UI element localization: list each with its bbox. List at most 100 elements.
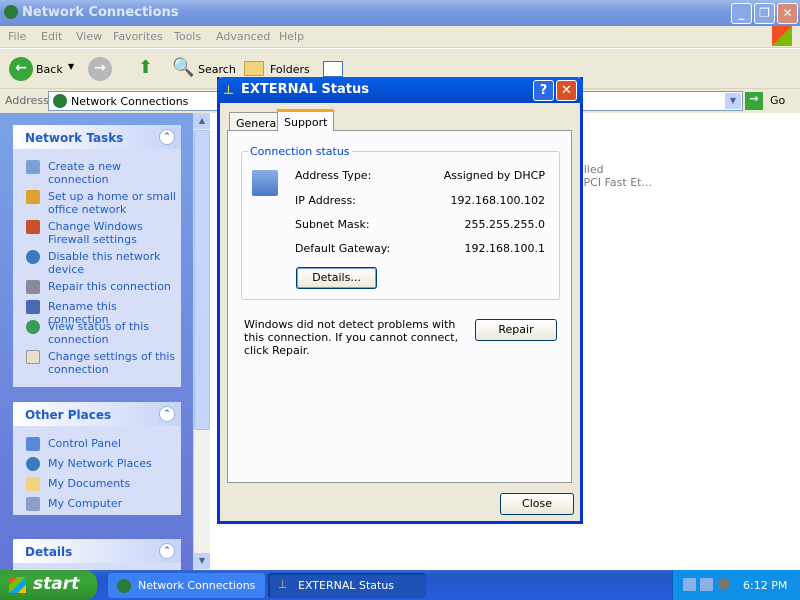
window-title: Network Connections: [22, 5, 179, 20]
network-connection-icon: [252, 170, 278, 196]
back-dropdown-icon[interactable]: ▼: [68, 62, 74, 71]
help-button[interactable]: ?: [533, 80, 554, 101]
home-network-icon: [26, 190, 40, 204]
windows-logo-icon: [772, 26, 792, 46]
menu-edit[interactable]: Edit: [41, 30, 62, 43]
network-tray-icon[interactable]: [683, 578, 696, 591]
folder-icon: [244, 61, 264, 76]
ip-address-label: IP Address:: [295, 194, 356, 207]
task-disable-device[interactable]: Disable this network device: [48, 250, 178, 276]
connection-device-text: l PCI Fast Et...: [577, 176, 652, 189]
connection-icon: ⊥: [223, 83, 234, 97]
tab-support[interactable]: Support: [277, 109, 334, 131]
control-panel-icon: [26, 437, 40, 451]
network-connections-icon: [4, 5, 18, 19]
address-type-value: Assigned by DHCP: [444, 169, 545, 182]
task-create-connection[interactable]: Create a new connection: [48, 160, 178, 186]
task-change-settings[interactable]: Change settings of this connection: [48, 350, 178, 376]
windows-flag-icon: [9, 577, 26, 593]
place-my-documents[interactable]: My Documents: [48, 477, 178, 490]
dialog-title: EXTERNAL Status: [241, 82, 369, 97]
minimize-button[interactable]: _: [731, 3, 752, 24]
menu-favorites[interactable]: Favorites: [113, 30, 163, 43]
details-header[interactable]: Details ⌃: [13, 539, 181, 563]
repair-icon: [26, 280, 40, 294]
task-pane: Network Tasks ⌃ Create a new connection S…: [0, 113, 193, 570]
task-home-network[interactable]: Set up a home or small office network: [48, 190, 178, 216]
task-label: Network Connections: [138, 579, 255, 592]
address-dropdown-icon[interactable]: ▼: [725, 93, 741, 109]
menu-file[interactable]: File: [8, 30, 26, 43]
task-view-status[interactable]: View status of this connection: [48, 320, 178, 346]
volume-icon[interactable]: [718, 578, 730, 590]
clock[interactable]: 6:12 PM: [743, 579, 787, 592]
menu-view[interactable]: View: [76, 30, 102, 43]
start-button[interactable]: start: [0, 570, 97, 600]
support-tab-panel: Connection status Address Type: Assigned…: [227, 130, 572, 483]
network-places-icon: [26, 457, 40, 471]
forward-button[interactable]: →: [88, 57, 112, 81]
scroll-down-icon[interactable]: ▼: [194, 553, 210, 569]
go-button[interactable]: Go: [770, 94, 785, 107]
menu-tools[interactable]: Tools: [174, 30, 201, 43]
search-label: Search: [198, 63, 236, 76]
go-arrow-icon[interactable]: →: [745, 92, 763, 110]
network-icon: [117, 579, 131, 593]
back-label: Back: [36, 63, 63, 76]
ip-address-value: 192.168.100.102: [451, 194, 545, 207]
repair-button[interactable]: Repair: [475, 319, 557, 341]
group-title: Connection status: [248, 145, 352, 158]
address-label: Address: [5, 94, 49, 107]
scroll-up-icon[interactable]: ▲: [194, 113, 210, 129]
taskbar-external-status[interactable]: ⊥ EXTERNAL Status: [268, 573, 426, 598]
subnet-mask-value: 255.255.255.0: [465, 218, 545, 231]
task-firewall[interactable]: Change Windows Firewall settings: [48, 220, 178, 246]
place-my-network-places[interactable]: My Network Places: [48, 457, 178, 470]
task-label: EXTERNAL Status: [298, 579, 394, 592]
default-gateway-value: 192.168.100.1: [465, 242, 545, 255]
task-repair[interactable]: Repair this connection: [48, 280, 178, 293]
dialog-close-x-button[interactable]: ✕: [556, 80, 577, 101]
address-value: Network Connections: [71, 95, 188, 108]
other-places-header[interactable]: Other Places⌃: [13, 402, 181, 426]
close-button[interactable]: Close: [500, 493, 574, 515]
menu-help[interactable]: Help: [279, 30, 304, 43]
taskbar-network-connections[interactable]: Network Connections: [108, 573, 265, 598]
new-connection-icon: [26, 160, 40, 174]
place-control-panel[interactable]: Control Panel: [48, 437, 178, 450]
network-tasks-panel: Network Tasks ⌃ Create a new connection S…: [13, 125, 181, 387]
collapse-icon[interactable]: ⌃: [159, 406, 175, 422]
dialog-titlebar: ⊥ EXTERNAL Status ? ✕: [217, 77, 583, 103]
panel-title: Details: [25, 545, 72, 559]
network-tasks-header[interactable]: Network Tasks ⌃: [13, 125, 181, 149]
other-places-panel: Other Places⌃ Control Panel My Network P…: [13, 402, 181, 515]
panel-title: Network Tasks: [25, 131, 123, 145]
scroll-thumb[interactable]: [194, 130, 210, 430]
disable-icon: [26, 250, 40, 264]
settings-icon: [26, 350, 40, 364]
place-my-computer[interactable]: My Computer: [48, 497, 178, 510]
window-titlebar: Network Connections: [0, 0, 800, 26]
collapse-icon[interactable]: ⌃: [159, 129, 175, 145]
task-pane-scrollbar[interactable]: ▲ ▼: [193, 113, 210, 570]
back-button[interactable]: ← Back ▼: [6, 55, 86, 83]
taskbar: start Network Connections ⊥ EXTERNAL Sta…: [0, 570, 800, 600]
address-type-label: Address Type:: [295, 169, 371, 182]
details-button[interactable]: Details...: [296, 267, 377, 289]
back-arrow-icon: ←: [9, 57, 33, 81]
system-tray: 6:12 PM: [672, 570, 800, 600]
details-panel: Details ⌃: [13, 539, 181, 570]
repair-message: Windows did not detect problems with thi…: [244, 318, 459, 357]
network-tray-icon-2[interactable]: [700, 578, 713, 591]
my-computer-icon: [26, 497, 40, 511]
search-icon: 🔍: [172, 57, 194, 78]
views-icon[interactable]: [323, 61, 343, 77]
maximize-button[interactable]: ❐: [754, 3, 775, 24]
connection-status-group: Connection status Address Type: Assigned…: [241, 151, 560, 300]
collapse-icon[interactable]: ⌃: [159, 543, 175, 559]
folders-label: Folders: [270, 63, 310, 76]
close-window-button[interactable]: ✕: [777, 3, 798, 24]
view-status-icon: [26, 320, 40, 334]
menu-advanced[interactable]: Advanced: [216, 30, 270, 43]
up-folder-icon[interactable]: ⬆: [138, 57, 158, 79]
